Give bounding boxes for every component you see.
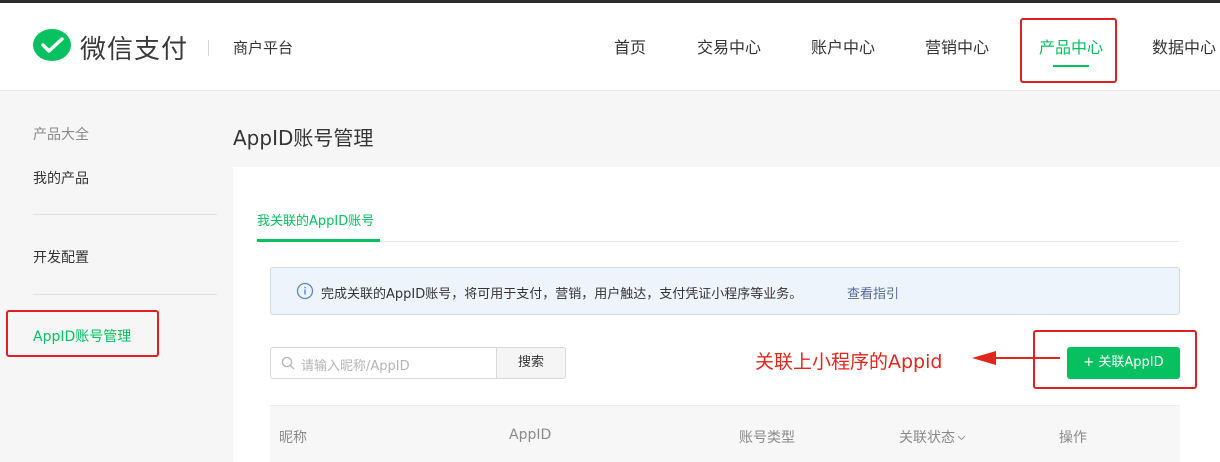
info-notice: 完成关联的AppID账号，将可用于支付，营销，用户触达，支付凭证小程序等业务。 …: [270, 267, 1180, 315]
tab-bar-border: [257, 241, 1179, 242]
sidebar-divider: [33, 214, 217, 215]
search-icon: [281, 356, 295, 370]
nav-item-transactions[interactable]: 交易中心: [697, 34, 761, 58]
highlight-box-sidebar-appid: [6, 310, 159, 357]
column-header-account-type: 账号类型: [739, 430, 795, 446]
sidebar-divider: [33, 294, 217, 295]
column-header-link-status[interactable]: 关联状态: [899, 427, 966, 447]
notice-text: 完成关联的AppID账号，将可用于支付，营销，用户触达，支付凭证小程序等业务。: [321, 287, 803, 302]
wechat-pay-logo-icon: [33, 29, 71, 61]
highlight-box-add-button: [1033, 330, 1197, 389]
search-placeholder: 请输入昵称/AppID: [301, 359, 410, 374]
nav-item-marketing[interactable]: 营销中心: [925, 34, 989, 58]
column-header-link-status-label: 关联状态: [899, 430, 955, 446]
brand-divider: [208, 40, 209, 56]
notice-guide-link[interactable]: 查看指引: [847, 283, 899, 302]
tab-active-indicator: [257, 239, 380, 242]
brand-name: 微信支付: [80, 35, 189, 65]
brand-subtitle: 商户平台: [233, 39, 294, 57]
nav-item-data[interactable]: 数据中心: [1152, 34, 1216, 58]
nav-item-account[interactable]: 账户中心: [811, 34, 875, 58]
sidebar-item-dev-config[interactable]: 开发配置: [33, 247, 89, 267]
table-header: 昵称 AppID 账号类型 关联状态 操作: [270, 405, 1180, 462]
sidebar-group-all-products: 产品大全: [33, 127, 89, 143]
sidebar-item-my-products[interactable]: 我的产品: [33, 168, 89, 188]
highlight-box-nav-products: [1020, 18, 1117, 83]
search-button[interactable]: 搜索: [496, 347, 566, 379]
tab-my-linked-appids[interactable]: 我关联的AppID账号: [257, 210, 374, 229]
search-input[interactable]: 请输入昵称/AppID: [270, 347, 497, 379]
info-icon: [296, 282, 314, 300]
page-title: AppID账号管理: [233, 126, 374, 150]
chevron-down-icon: [957, 435, 966, 441]
annotation-text: 关联上小程序的Appid: [755, 351, 943, 373]
column-header-appid: AppID: [509, 427, 552, 443]
column-header-actions: 操作: [1059, 430, 1087, 446]
nav-item-home[interactable]: 首页: [614, 34, 646, 58]
column-header-nickname: 昵称: [279, 430, 307, 446]
